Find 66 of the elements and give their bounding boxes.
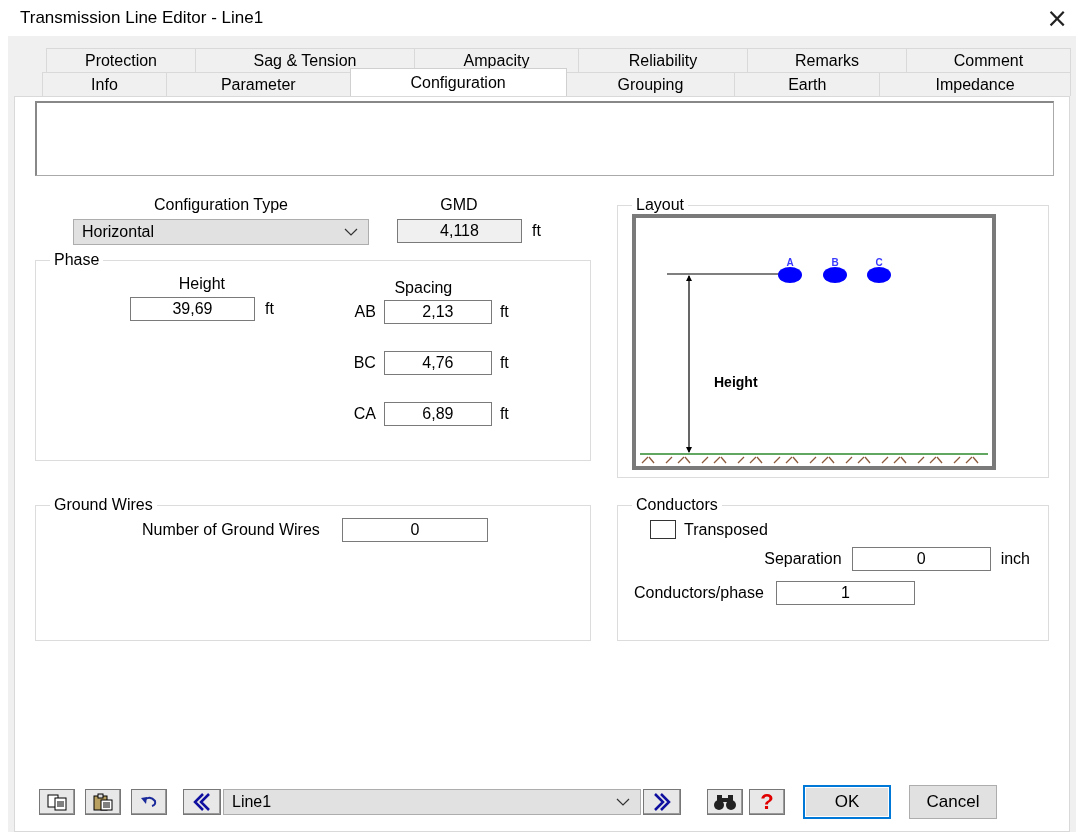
tab[interactable]: Configuration (349, 68, 567, 96)
notes-field[interactable] (35, 101, 1054, 176)
height-label: Height (714, 374, 758, 390)
field-label: Spacing (394, 279, 453, 297)
configuration-type-dropdown[interactable]: Horizontal (73, 219, 369, 245)
tab[interactable]: Grouping (565, 72, 736, 96)
unit-label: inch (1000, 550, 1030, 568)
copy-icon (46, 793, 68, 811)
find-button[interactable] (707, 789, 743, 815)
field-label: BC (352, 354, 376, 372)
group-title: Layout (635, 196, 686, 214)
gmd-field: 4,118 (397, 219, 522, 243)
help-button[interactable]: ? (749, 789, 785, 815)
conductor-dot (867, 267, 891, 283)
previous-button[interactable] (183, 789, 221, 815)
clipboard-icon (92, 793, 114, 811)
unit-label: ft (532, 222, 541, 240)
unit-label: ft (499, 354, 509, 372)
chevron-icon (616, 798, 630, 806)
group-title: Conductors (635, 496, 719, 514)
conductor-dot (778, 267, 802, 283)
conductor-dot (823, 267, 847, 283)
height-field[interactable]: 39,69 (130, 297, 255, 321)
field-label: Height (178, 275, 226, 293)
chevron-icon (344, 228, 358, 236)
copy-button[interactable] (39, 789, 75, 815)
field-label: Separation (764, 550, 842, 568)
tab[interactable]: Protection (46, 48, 196, 72)
unit-label: ft (499, 303, 509, 321)
conductors-per-phase-field[interactable]: 1 (775, 581, 915, 605)
field-label: Conductors/phase (634, 584, 764, 602)
ok-button[interactable]: OK (803, 785, 891, 819)
double-chevron-right-icon (651, 792, 673, 812)
cancel-button[interactable]: Cancel (909, 785, 997, 819)
group-title: Ground Wires (53, 496, 154, 514)
tab[interactable]: Comment (906, 48, 1071, 72)
paste-button[interactable] (85, 789, 121, 815)
double-chevron-left-icon (191, 792, 213, 812)
tab[interactable]: Info (42, 72, 167, 96)
record-dropdown[interactable]: Line1 (223, 789, 641, 815)
window-title: Transmission Line Editor - Line1 (20, 8, 264, 28)
spacing-field[interactable]: 2,13 (383, 300, 492, 324)
next-button[interactable] (643, 789, 681, 815)
field-label: GMD (440, 196, 478, 214)
field-label: CA (352, 405, 376, 423)
field-label: AB (353, 303, 376, 321)
spacing-field[interactable]: 4,76 (383, 351, 492, 375)
field-label: Number of Ground Wires (142, 521, 320, 539)
spacing-field[interactable]: 6,89 (383, 402, 492, 426)
tab[interactable]: Reliability (578, 48, 748, 72)
field-label: Configuration Type (154, 196, 288, 214)
transposed-checkbox[interactable] (650, 520, 676, 539)
phase-label: A (786, 257, 794, 268)
separation-field[interactable]: 0 (851, 547, 991, 571)
undo-button[interactable] (131, 789, 167, 815)
group-title: Phase (53, 251, 101, 269)
binoculars-icon (713, 793, 737, 811)
tab[interactable]: Impedance (879, 72, 1071, 96)
phase-label: B (831, 257, 839, 268)
phase-label: C (875, 257, 883, 268)
ground-wires-field[interactable]: 0 (341, 518, 488, 542)
unit-label: ft (265, 300, 274, 318)
unit-label: ft (499, 405, 509, 423)
tab[interactable]: Sag & Tension (195, 48, 415, 72)
checkbox-label: Transposed (684, 520, 768, 539)
close-button[interactable]: × (1046, 3, 1068, 33)
